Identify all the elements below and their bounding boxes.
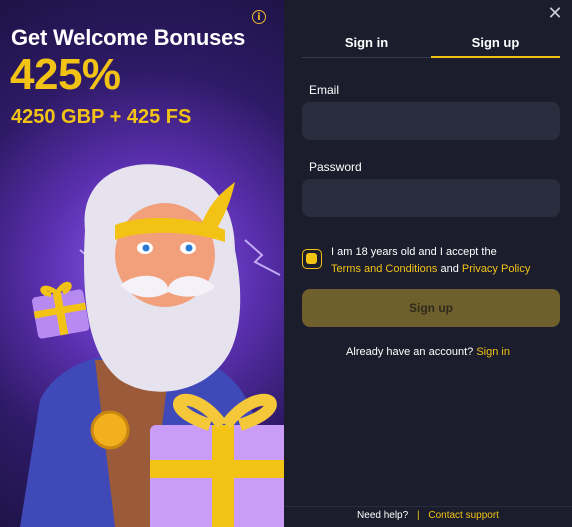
promo-percent: 425% — [10, 50, 121, 99]
sign-in-link[interactable]: Sign in — [476, 346, 510, 358]
tab-sign-in[interactable]: Sign in — [302, 32, 431, 58]
auth-tabs: Sign in Sign up — [302, 32, 560, 58]
already-account: Already have an account? Sign in — [284, 346, 572, 358]
footer: Need help? | Contact support — [284, 506, 572, 527]
terms-link[interactable]: Terms and Conditions — [331, 263, 437, 275]
footer-separator: | — [416, 510, 420, 521]
promo-bonus: 4250 GBP + 425 FS — [11, 106, 192, 128]
terms-text: I am 18 years old and I accept the Terms… — [331, 244, 561, 278]
promo-banner: i Get Welcome Bonuses 425% 4250 GBP + 42… — [0, 0, 284, 527]
close-icon[interactable]: ✕ — [547, 5, 563, 23]
auth-panel: ✕ Sign in Sign up Email Password I am 18… — [284, 0, 572, 527]
tab-sign-up[interactable]: Sign up — [431, 32, 560, 58]
info-icon[interactable]: i — [252, 10, 266, 24]
password-field[interactable] — [302, 179, 560, 217]
need-help-text: Need help? — [357, 510, 409, 521]
email-label: Email — [309, 83, 340, 97]
terms-and: and — [440, 263, 459, 275]
terms-checkbox[interactable] — [302, 249, 322, 269]
sign-up-button[interactable]: Sign up — [302, 289, 560, 327]
already-text: Already have an account? — [346, 346, 474, 358]
password-label: Password — [309, 160, 362, 174]
contact-support-link[interactable]: Contact support — [428, 510, 499, 521]
terms-label: I am 18 years old and I accept the — [331, 246, 497, 258]
email-field[interactable] — [302, 102, 560, 140]
privacy-link[interactable]: Privacy Policy — [462, 263, 530, 275]
promo-headline: Get Welcome Bonuses — [11, 25, 246, 50]
